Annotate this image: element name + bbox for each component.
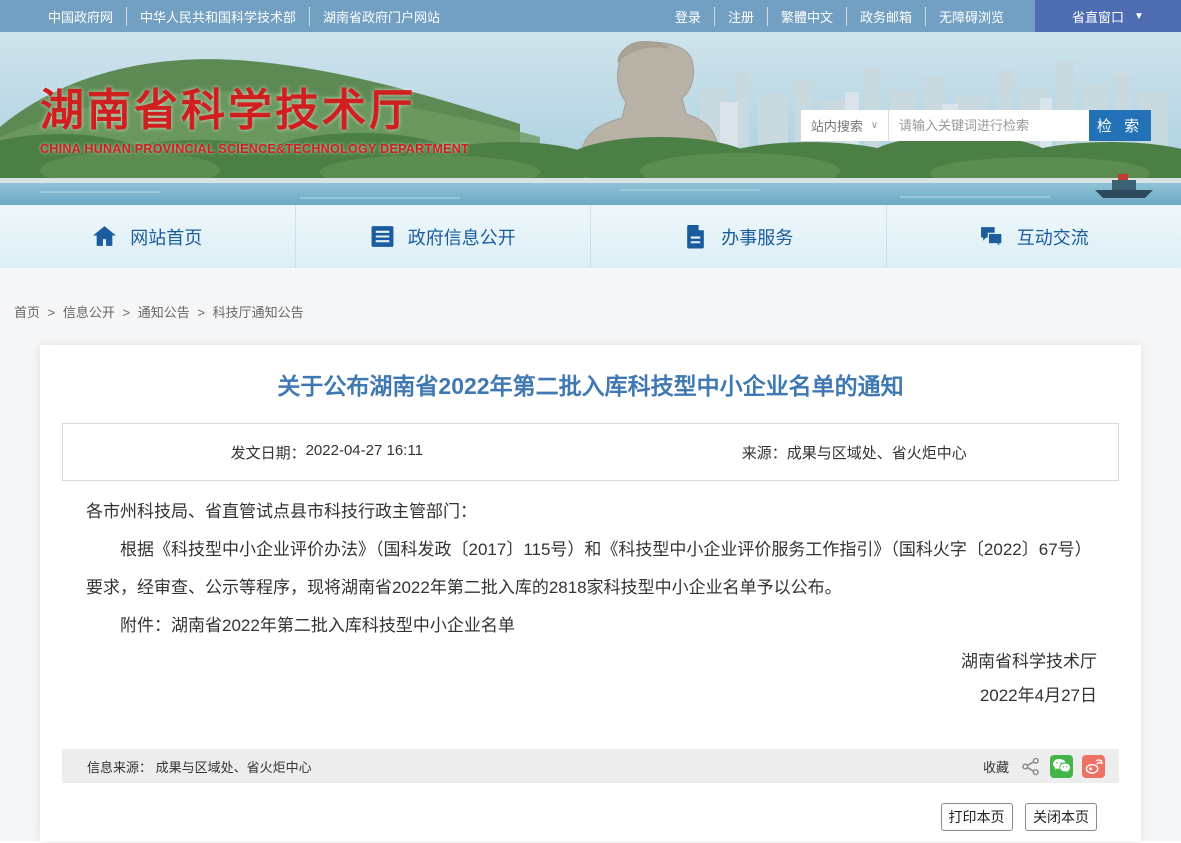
nav-item-interaction[interactable]: 互动交流 — [887, 205, 1181, 268]
weibo-share-button[interactable] — [1082, 755, 1105, 778]
paragraph-salutation: 各市州科技局、省直管试点县市科技行政主管部门： — [86, 493, 1095, 531]
article-meta: 发文日期： 2022-04-27 16:11 来源： 成果与区域处、省火炬中心 — [62, 423, 1119, 481]
breadcrumb-info-disclosure[interactable]: 信息公开 — [63, 305, 115, 320]
province-window-dropdown[interactable]: 省直窗口 ▼ — [1035, 0, 1181, 32]
breadcrumb-separator: > — [123, 305, 131, 320]
page-actions: 打印本页 关闭本页 — [40, 783, 1141, 831]
province-window-label: 省直窗口 — [1072, 7, 1124, 26]
document-icon — [370, 224, 395, 249]
site-logo-subtitle: CHINA HUNAN PROVINCIAL SCIENCE&TECHNOLOG… — [40, 142, 469, 156]
chevron-down-icon: ▼ — [1134, 11, 1144, 22]
file-icon — [683, 224, 708, 249]
info-source: 信息来源： 成果与区域处、省火炬中心 — [87, 757, 312, 776]
accessibility-link[interactable]: 无障碍浏览 — [926, 7, 1017, 26]
link-most[interactable]: 中华人民共和国科学技术部 — [127, 7, 310, 26]
breadcrumb-current: 科技厅通知公告 — [213, 305, 304, 320]
paragraph-main: 根据《科技型中小企业评价办法》（国科发政〔2017〕115号）和《科技型中小企业… — [86, 531, 1095, 607]
wechat-icon — [1052, 758, 1071, 775]
source-value: 成果与区域处、省火炬中心 — [787, 442, 967, 463]
nav-item-services[interactable]: 办事服务 — [591, 205, 887, 268]
weibo-icon — [1084, 758, 1103, 775]
share-nodes-icon — [1021, 757, 1040, 776]
info-source-value: 成果与区域处、省火炬中心 — [156, 760, 312, 775]
source-label: 来源： — [742, 442, 787, 463]
home-icon — [92, 224, 117, 249]
header-banner: 湖南省科学技术厅 CHINA HUNAN PROVINCIAL SCIENCE&… — [0, 32, 1181, 205]
search-scope-label: 站内搜索 — [811, 116, 863, 135]
site-logo-title: 湖南省科学技术厅 — [40, 88, 469, 134]
info-source-label: 信息来源： — [87, 760, 152, 775]
nav-item-label: 政府信息公开 — [408, 224, 516, 250]
nav-item-gov-info[interactable]: 政府信息公开 — [296, 205, 592, 268]
link-hunan-gov[interactable]: 湖南省政府门户网站 — [310, 7, 453, 26]
breadcrumb-home[interactable]: 首页 — [14, 305, 40, 320]
search-scope-select[interactable]: 站内搜索 ∨ — [801, 110, 889, 141]
breadcrumb-separator: > — [48, 305, 56, 320]
wechat-share-button[interactable] — [1050, 755, 1073, 778]
share-tools: 收藏 — [983, 755, 1105, 778]
breadcrumb: 首页 > 信息公开 > 通知公告 > 科技厅通知公告 — [0, 268, 1181, 321]
top-utility-bar: 中国政府网 中华人民共和国科学技术部 湖南省政府门户网站 登录 注册 繁體中文 … — [0, 0, 1181, 32]
signature-date: 2022年4月27日 — [40, 679, 1097, 713]
topbar-left-links: 中国政府网 中华人民共和国科学技术部 湖南省政府门户网站 — [0, 7, 453, 26]
publish-date: 发文日期： 2022-04-27 16:11 — [63, 442, 591, 463]
topbar-right-links: 登录 注册 繁體中文 政务邮箱 无障碍浏览 省直窗口 ▼ — [662, 0, 1181, 32]
nav-item-label: 办事服务 — [721, 224, 793, 250]
traditional-chinese-link[interactable]: 繁體中文 — [768, 7, 847, 26]
nav-item-home[interactable]: 网站首页 — [0, 205, 296, 268]
gov-mail-link[interactable]: 政务邮箱 — [847, 7, 926, 26]
print-page-button[interactable]: 打印本页 — [941, 803, 1013, 831]
share-icon[interactable] — [1020, 756, 1041, 777]
article-body: 各市州科技局、省直管试点县市科技行政主管部门： 根据《科技型中小企业评价办法》（… — [40, 493, 1141, 645]
login-link[interactable]: 登录 — [662, 7, 715, 26]
article-title: 关于公布湖南省2022年第二批入库科技型中小企业名单的通知 — [40, 371, 1141, 401]
close-page-button[interactable]: 关闭本页 — [1025, 803, 1097, 831]
article-source: 来源： 成果与区域处、省火炬中心 — [591, 442, 1119, 463]
breadcrumb-notices[interactable]: 通知公告 — [138, 305, 190, 320]
favorite-button[interactable]: 收藏 — [983, 757, 1009, 776]
page-lower: 首页 > 信息公开 > 通知公告 > 科技厅通知公告 关于公布湖南省2022年第… — [0, 268, 1181, 841]
publish-date-value: 2022-04-27 16:11 — [306, 442, 423, 463]
nav-item-label: 网站首页 — [130, 224, 202, 250]
site-logo: 湖南省科学技术厅 CHINA HUNAN PROVINCIAL SCIENCE&… — [40, 88, 469, 156]
site-search: 站内搜索 ∨ 检 索 — [801, 110, 1151, 141]
paragraph-attachment: 附件：湖南省2022年第二批入库科技型中小企业名单 — [86, 607, 1095, 645]
nav-item-label: 互动交流 — [1017, 224, 1089, 250]
chevron-down-icon: ∨ — [871, 120, 878, 131]
link-china-gov[interactable]: 中国政府网 — [35, 7, 127, 26]
article-card: 关于公布湖南省2022年第二批入库科技型中小企业名单的通知 发文日期： 2022… — [40, 345, 1141, 841]
article-signature: 湖南省科学技术厅 2022年4月27日 — [40, 645, 1141, 713]
chat-icon — [979, 224, 1004, 249]
breadcrumb-separator: > — [197, 305, 205, 320]
publish-date-label: 发文日期： — [231, 442, 306, 463]
signature-org: 湖南省科学技术厅 — [40, 645, 1097, 679]
info-source-bar: 信息来源： 成果与区域处、省火炬中心 收藏 — [62, 749, 1119, 783]
search-input[interactable] — [889, 110, 1089, 141]
search-button[interactable]: 检 索 — [1089, 110, 1151, 141]
register-link[interactable]: 注册 — [715, 7, 768, 26]
main-nav: 网站首页 政府信息公开 办事服务 互动交流 — [0, 205, 1181, 268]
